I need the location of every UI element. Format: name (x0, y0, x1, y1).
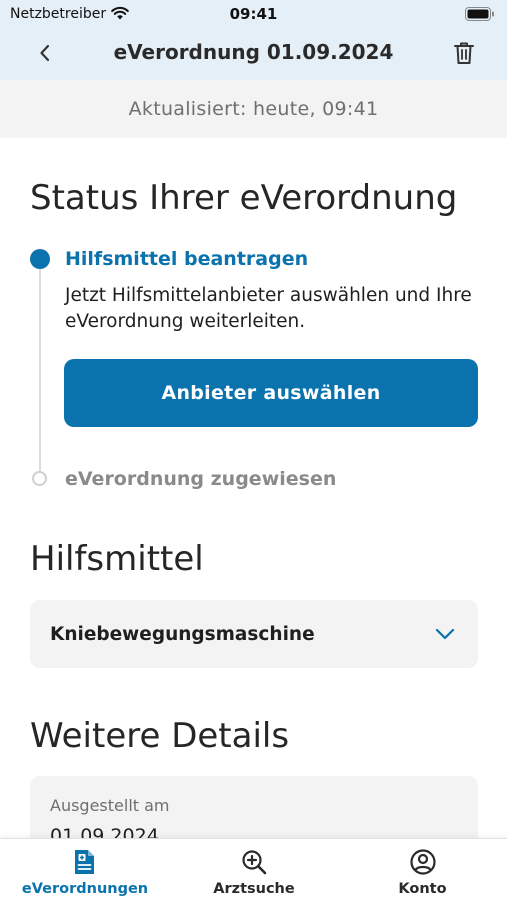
back-button[interactable] (28, 36, 62, 70)
timeline-dot-inactive (32, 471, 47, 486)
timeline-line (39, 266, 41, 476)
screen: Netzbetreiber 09:41 eVerordnung 01.09.20… (0, 0, 507, 900)
status-heading: Status Ihrer eVerordnung (30, 178, 458, 218)
timeline-dot-active (30, 249, 50, 269)
account-icon (408, 847, 438, 877)
step-label-active: Hilfsmittel beantragen (65, 248, 309, 270)
content-scroll-area[interactable]: Status Ihrer eVerordnung Hilfsmittel bea… (0, 138, 507, 838)
prescription-icon (70, 847, 100, 877)
choose-provider-button[interactable]: Anbieter auswählen (64, 359, 478, 427)
trash-icon (454, 42, 474, 64)
tab-label: Konto (398, 881, 447, 897)
chevron-left-icon (40, 44, 50, 62)
aid-heading: Hilfsmittel (30, 539, 204, 579)
tab-bar: eVerordnungen Arztsuche Konto (0, 838, 507, 900)
tab-everordnungen[interactable]: eVerordnungen (0, 839, 170, 900)
tab-konto[interactable]: Konto (338, 839, 507, 900)
aid-expandable-card[interactable]: Kniebewegungsmaschine (30, 600, 478, 668)
issued-label: Ausgestellt am (50, 796, 170, 815)
status-time: 09:41 (229, 5, 278, 23)
updated-banner: Aktualisiert: heute, 09:41 (0, 80, 507, 138)
delete-button[interactable] (447, 36, 481, 70)
doctor-search-icon (239, 847, 269, 877)
tab-label: eVerordnungen (21, 881, 149, 897)
step-label-inactive: eVerordnung zugewiesen (65, 468, 337, 490)
tab-label: Arztsuche (213, 881, 295, 897)
tab-arztsuche[interactable]: Arztsuche (170, 839, 338, 900)
updated-text: Aktualisiert: heute, 09:41 (128, 98, 379, 120)
battery-icon (465, 7, 494, 21)
choose-provider-label: Anbieter auswählen (161, 382, 381, 404)
details-card: Ausgestellt am 01.09.2024 (30, 776, 478, 838)
page-title: eVerordnung 01.09.2024 (113, 40, 394, 64)
aid-item-name: Kniebewegungsmaschine (50, 623, 315, 645)
status-bar: Netzbetreiber 09:41 (0, 0, 507, 28)
chevron-down-icon (435, 628, 455, 640)
details-heading: Weitere Details (30, 716, 290, 756)
top-bar: Netzbetreiber 09:41 eVerordnung 01.09.20… (0, 0, 507, 80)
step-description: Jetzt Hilfsmittelanbieter auswählen und … (65, 285, 472, 332)
issued-value: 01.09.2024 (50, 825, 159, 838)
navigation-bar: eVerordnung 01.09.2024 (0, 28, 507, 80)
